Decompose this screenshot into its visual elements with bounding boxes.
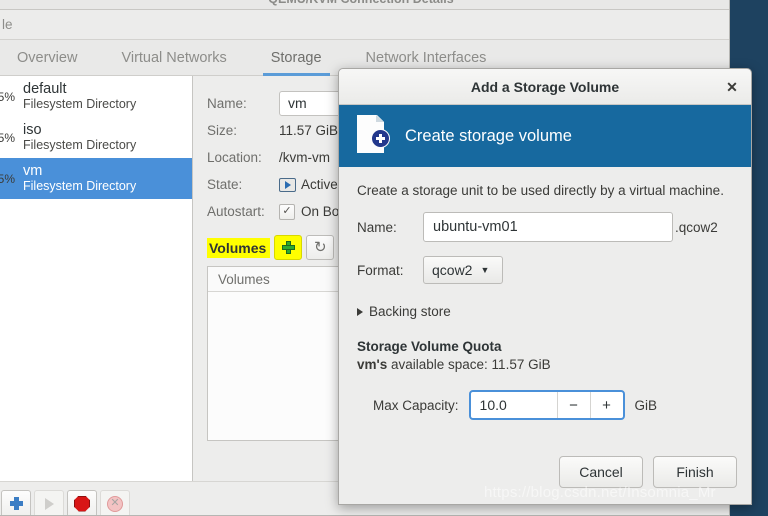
window-titlebar: QEMU/KVM Connection Details [0, 0, 729, 10]
pool-name: iso [23, 121, 42, 138]
volume-name-label: Name: [357, 219, 397, 235]
add-volume-button[interactable] [274, 235, 303, 260]
volume-name-input[interactable]: ubuntu-vm01 [423, 212, 673, 242]
delete-icon: ✕ [107, 495, 123, 512]
autostart-checkbox[interactable]: ✓ [279, 203, 295, 220]
add-storage-volume-dialog: Add a Storage Volume ✕ Create storage vo… [338, 68, 752, 505]
location-value: /kvm-vm [279, 150, 330, 165]
backing-store-label: Backing store [369, 304, 451, 319]
volumes-label: Volumes [207, 237, 271, 258]
max-capacity-increment-button[interactable]: + [589, 392, 623, 418]
refresh-icon: ↻ [314, 239, 327, 256]
add-pool-button[interactable] [1, 489, 31, 515]
dialog-footer: Cancel Finish [339, 440, 751, 504]
quota-title: Storage Volume Quota [357, 339, 502, 354]
state-label: State: [207, 177, 243, 192]
max-capacity-decrement-button[interactable]: − [556, 392, 590, 418]
stop-pool-button[interactable] [67, 489, 97, 515]
quota-pool-name: vm's [357, 357, 388, 372]
max-capacity-stepper[interactable]: 10.0 − + [468, 390, 625, 420]
list-item[interactable]: 55% vm Filesystem Directory [0, 158, 192, 199]
volume-format-select[interactable]: qcow2 ▼ [423, 256, 503, 284]
size-value: 11.57 GiB [279, 123, 339, 138]
pool-type: Filesystem Directory [23, 178, 137, 193]
pool-usage-percent: 55% [0, 89, 15, 104]
finish-button[interactable]: Finish [653, 456, 737, 488]
menu-item-file[interactable]: le [0, 14, 20, 35]
plus-icon [281, 241, 295, 254]
chevron-down-icon: ▼ [480, 265, 490, 275]
refresh-volumes-button[interactable]: ↻ [306, 235, 335, 260]
dialog-banner: Create storage volume [339, 105, 751, 167]
tab-overview[interactable]: Overview [0, 50, 99, 75]
monitor-play-icon [279, 177, 296, 192]
cancel-button[interactable]: Cancel [559, 456, 643, 488]
dialog-description: Create a storage unit to be used directl… [357, 183, 724, 198]
list-item[interactable]: 55% iso Filesystem Directory [0, 117, 192, 158]
name-label: Name: [207, 96, 247, 111]
location-label: Location: [207, 150, 262, 165]
pool-usage-percent: 55% [0, 171, 15, 186]
size-label: Size: [207, 123, 238, 138]
max-capacity-label: Max Capacity: [373, 397, 459, 413]
quota-space-text: available space: 11.57 GiB [387, 357, 551, 372]
storage-pool-list[interactable]: 55% default Filesystem Directory 55% iso… [0, 76, 193, 481]
max-capacity-unit: GiB [634, 397, 658, 413]
pool-type: Filesystem Directory [23, 137, 137, 152]
new-document-icon [355, 115, 390, 157]
window-title: QEMU/KVM Connection Details [0, 0, 729, 6]
volume-extension-label: .qcow2 [675, 219, 718, 235]
max-capacity-row: Max Capacity: 10.0 − + GiB [357, 390, 733, 420]
backing-store-expander[interactable]: Backing store [357, 304, 733, 319]
autostart-label: Autostart: [207, 204, 265, 219]
play-icon [44, 497, 54, 510]
pool-type: Filesystem Directory [23, 96, 137, 111]
volume-name-row: Name: ubuntu-vm01 .qcow2 [357, 212, 733, 242]
close-icon[interactable]: ✕ [723, 78, 741, 96]
plus-icon [9, 497, 23, 510]
tab-storage[interactable]: Storage [249, 50, 344, 76]
quota-available-space: vm's available space: 11.57 GiB [357, 357, 733, 372]
menubar: le [0, 10, 729, 40]
start-pool-button [34, 489, 64, 515]
list-item[interactable]: 55% default Filesystem Directory [0, 76, 192, 117]
tab-virtual-networks[interactable]: Virtual Networks [99, 50, 248, 75]
pool-usage-percent: 55% [0, 130, 15, 145]
delete-pool-button: ✕ [100, 489, 130, 515]
dialog-titlebar: Add a Storage Volume ✕ [339, 69, 751, 105]
dialog-body: Create a storage unit to be used directl… [339, 167, 751, 442]
chevron-right-icon [357, 307, 363, 316]
pool-name: default [23, 80, 67, 97]
dialog-title: Add a Storage Volume [470, 78, 620, 95]
volume-format-row: Format: qcow2 ▼ [357, 256, 733, 284]
stop-icon [74, 495, 90, 512]
pool-name: vm [23, 162, 43, 179]
dialog-banner-text: Create storage volume [405, 126, 572, 145]
state-value: Active [301, 177, 338, 192]
volume-format-value: qcow2 [432, 262, 473, 278]
max-capacity-input[interactable]: 10.0 [471, 392, 557, 418]
volume-format-label: Format: [357, 262, 404, 278]
